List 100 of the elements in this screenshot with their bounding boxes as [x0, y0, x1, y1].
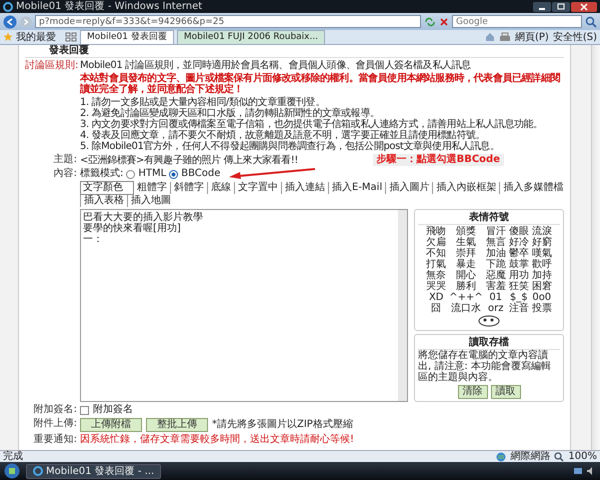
emoticon-link[interactable]: 注音 [508, 303, 529, 314]
taskbar-button[interactable]: Mobile01 發表回覆 - ... [26, 464, 162, 478]
refresh-icon[interactable] [424, 16, 436, 26]
emoticon-link[interactable]: 無言 [486, 237, 506, 248]
emoticon-link[interactable]: 飛吻 [426, 226, 446, 237]
emoticon-link[interactable]: 生氣 [449, 237, 483, 248]
panel-button[interactable]: 讀取 [490, 385, 520, 399]
panel-button[interactable]: 清除 [458, 385, 488, 399]
command-menu[interactable]: 網頁(P) [515, 30, 549, 44]
field-label: 附加簽名: [32, 404, 77, 416]
toolbar-link[interactable]: 底線 [207, 182, 231, 194]
command-menu[interactable]: 安全性(S) [552, 30, 597, 44]
emoticon-link[interactable]: 無奈 [426, 270, 446, 281]
emoticon-link[interactable]: orz [486, 303, 506, 314]
toolbar-link[interactable]: 插入圖片 [385, 182, 430, 194]
emoticon-link[interactable]: 暴走 [449, 259, 483, 270]
emoticon-link[interactable]: 害羞 [486, 281, 506, 292]
emoticon-link[interactable]: 流淚 [532, 226, 552, 237]
address-field[interactable]: p?mode=reply&f=333&t=942966&p=25 [35, 15, 421, 28]
toolbar-link[interactable]: 插入表格 [80, 195, 124, 207]
emoticon-link[interactable]: 好冷 [508, 237, 529, 248]
emoticon-link[interactable]: XD [426, 292, 446, 303]
close-icon[interactable] [571, 2, 597, 12]
stop-icon[interactable] [439, 16, 449, 26]
emoticon-link[interactable]: 加持 [532, 270, 552, 281]
upload-button[interactable]: 上傳附檔 [80, 418, 142, 432]
print-icon[interactable] [499, 32, 511, 42]
emoticon-icon[interactable] [478, 315, 500, 327]
emoticon-link[interactable]: 欠扁 [426, 237, 446, 248]
emoticon-link[interactable]: 惡魔 [486, 270, 506, 281]
emoticon-link[interactable]: 冒汗 [486, 226, 506, 237]
toolbar-link[interactable]: 文字置中 [234, 182, 278, 194]
zone-text: 網際網路 [510, 451, 550, 462]
emoticon-link[interactable]: 勝利 [449, 281, 483, 292]
emoticon-link[interactable]: 不知 [426, 248, 446, 259]
content-textarea[interactable]: 巴看大大要的插入影片教學 要學的快來看喔[用功] 一： [80, 209, 408, 402]
emoticon-link[interactable]: 流口水 [449, 303, 483, 314]
emoticon-link[interactable]: 0o0 [532, 292, 552, 303]
browser-tab[interactable]: Mobile01 發表回覆 [80, 30, 174, 44]
subject-text: <亞洲錦標賽>有興趣子雖的照片 傳上來大家看看!! [80, 154, 298, 166]
radio-button[interactable] [169, 170, 178, 178]
emoticon-link[interactable]: 投票 [532, 303, 552, 314]
emoticon-link[interactable]: 傻眼 [508, 226, 529, 237]
emoticon-link[interactable]: 下跪 [486, 259, 506, 270]
search-icon[interactable] [585, 16, 597, 28]
maximize-icon[interactable] [552, 2, 570, 12]
rule-item: 5. 除Mobile01官方外，任何人不得發起團購與問卷調查行為，包括公開post文章與使用私人訊息。 [80, 141, 500, 152]
back-icon[interactable] [3, 14, 17, 28]
toolbar-link[interactable]: 插入內嵌框架 [432, 182, 496, 194]
emoticon-link[interactable]: 困窘 [532, 281, 552, 292]
zoom-icon[interactable] [554, 452, 564, 462]
checkbox[interactable] [80, 406, 89, 414]
mode-label: 標籤模式: [80, 168, 124, 180]
emoticon-link[interactable]: 加油 [486, 248, 506, 259]
emoticon-link[interactable]: 嘆氣 [532, 248, 552, 259]
emoticon-link[interactable]: 打氣 [426, 259, 446, 270]
toolbar-link[interactable]: 插入連結 [281, 182, 325, 194]
toolbar-link[interactable]: 插入E-Mail [328, 182, 382, 194]
annotation-text: 步驟一：點選勾選BBCode [372, 154, 504, 166]
emoticon-link[interactable]: ^++^ [449, 292, 483, 303]
panel-title: 讀取存檔 [418, 337, 560, 350]
emoticon-link[interactable]: 崇拜 [449, 248, 483, 259]
upload-button[interactable]: 整批上傳 [146, 418, 208, 432]
toolbar-link[interactable]: 插入多媒體檔 [499, 182, 564, 194]
toolbar-link[interactable]: 插入地圖 [127, 195, 171, 207]
emoticon-link[interactable]: 開心 [449, 270, 483, 281]
star-icon[interactable] [3, 32, 13, 42]
emoticon-link[interactable]: $_$ [508, 292, 529, 303]
emoticon-link[interactable]: 囧 [426, 303, 446, 314]
toolbar-link[interactable]: 粗體字 [137, 182, 167, 194]
text-line: 巴看大大要的插入影片教學 [83, 212, 203, 223]
emoticon-link[interactable]: 鬱卒 [508, 248, 529, 259]
globe-icon[interactable] [496, 452, 506, 462]
favorites-button[interactable]: 我的最愛 [16, 30, 56, 44]
emoticon-link[interactable]: 好窮 [532, 237, 552, 248]
emoticon-link[interactable]: 01 [486, 292, 506, 303]
network-icon[interactable] [573, 466, 583, 476]
emoticon-link[interactable]: 頒獎 [449, 226, 483, 237]
color-dropdown[interactable]: 文字顏色 [80, 181, 134, 195]
annotation-arrow[interactable] [227, 168, 318, 180]
emoticon-link[interactable]: 鼓掌 [508, 259, 529, 270]
emoticon-link[interactable]: 用功 [508, 270, 529, 281]
section-title: 發表回覆 [25, 45, 564, 58]
rules-warning: 本站對會員發布的文字、圖片或檔案保有片面修改或移除的權利。當會員使用本網站服務時，代表會員已經詳細閱讀並完全了解，並同意配合下述規定！ [80, 73, 562, 95]
zoom-level[interactable]: 100% [568, 451, 597, 462]
search-field[interactable]: Google [452, 15, 582, 28]
rule-item: 3. 內文勿要求對方回覆或傳檔案至電子信箱，也勿提供電子信箱或私人連絡方式，請善用站上私人訊息功能。 [80, 119, 544, 130]
text-line: 要學的快來看喔[用功] [83, 223, 181, 234]
field-label: 討論區規則: [25, 60, 77, 73]
minimize-icon[interactable] [533, 2, 551, 12]
emoticon-link[interactable]: 歡呼 [532, 259, 552, 270]
emoticon-link[interactable]: 狂笑 [508, 281, 529, 292]
radio-button[interactable] [126, 170, 136, 178]
browser-tab[interactable]: Mobile01 FUJI 2006 Roubaix... [176, 30, 326, 44]
emoticon-link[interactable]: 哭哭 [426, 281, 446, 292]
scrollbar[interactable] [591, 45, 600, 450]
field-label: 內容: [52, 168, 77, 181]
tab-grid-icon[interactable] [65, 32, 77, 42]
start-orb-icon[interactable] [4, 463, 20, 479]
toolbar-link[interactable]: 斜體字 [170, 182, 204, 194]
